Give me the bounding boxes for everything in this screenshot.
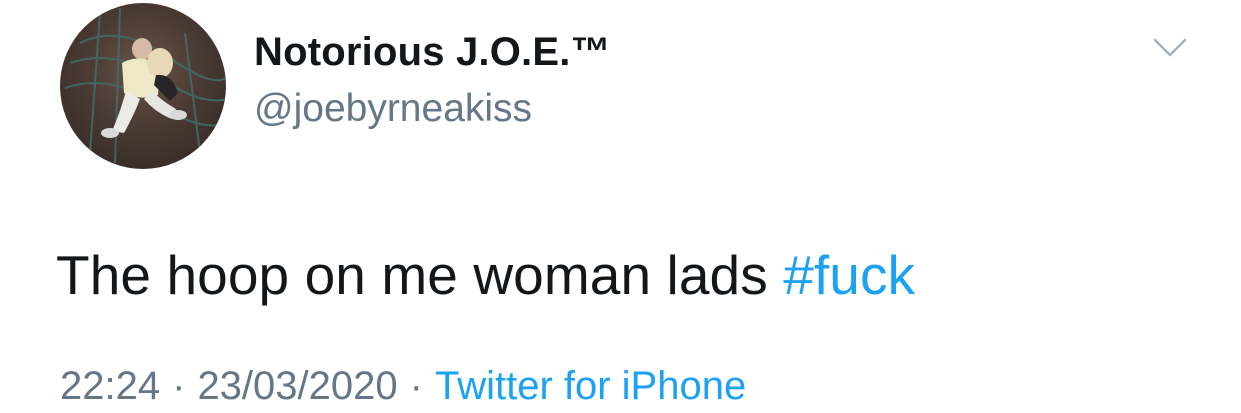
chevron-down-icon[interactable]	[1152, 36, 1188, 60]
tweet-time[interactable]: 22:24	[60, 364, 160, 408]
tweet-meta: 22:24 · 23/03/2020 · Twitter for iPhone	[60, 360, 746, 412]
user-handle[interactable]: @joebyrneakiss	[254, 86, 611, 132]
author-block[interactable]: Notorious J.O.E.™ @joebyrneakiss	[254, 28, 611, 132]
tweet-source-link[interactable]: Twitter for iPhone	[435, 364, 746, 408]
avatar-photo	[64, 7, 226, 164]
avatar[interactable]	[60, 3, 226, 169]
tweet-body: The hoop on me woman lads	[56, 244, 768, 306]
hashtag-link[interactable]: #fuck	[783, 244, 915, 306]
meta-separator: ·	[172, 364, 186, 408]
meta-separator: ·	[409, 364, 423, 408]
tweet-date[interactable]: 23/03/2020	[197, 364, 397, 408]
tweet: Notorious J.O.E.™ @joebyrneakiss The hoo…	[0, 0, 1241, 413]
tweet-text: The hoop on me woman lads #fuck	[56, 240, 915, 310]
display-name[interactable]: Notorious J.O.E.™	[254, 28, 611, 76]
